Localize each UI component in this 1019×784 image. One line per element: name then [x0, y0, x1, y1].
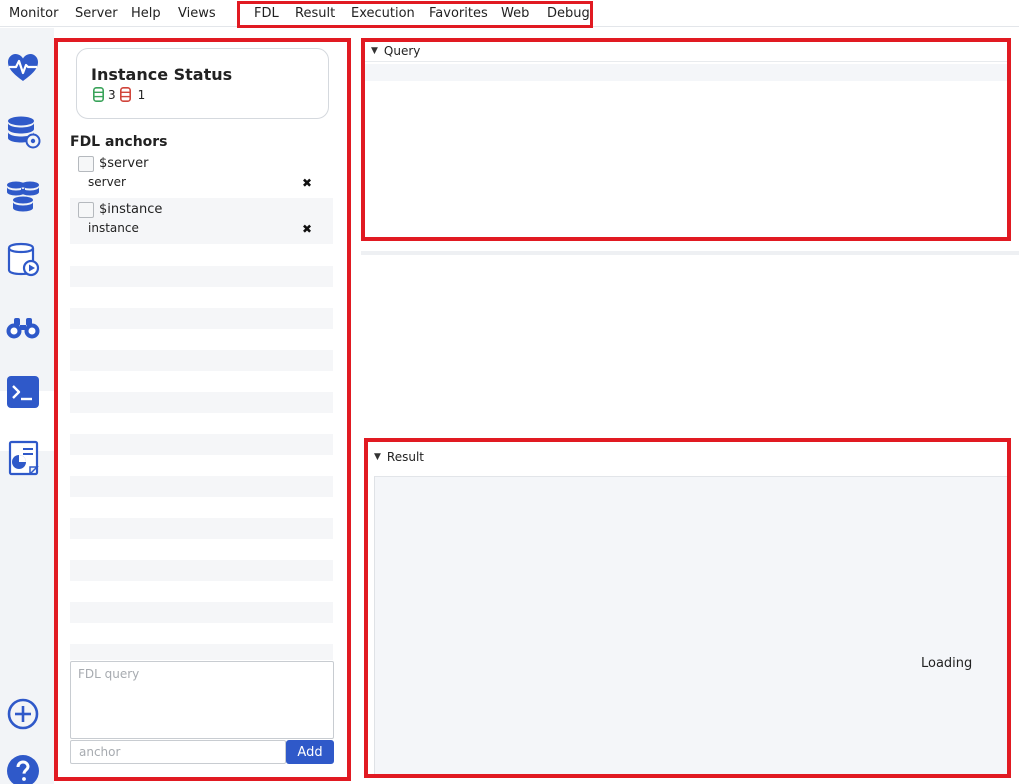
empty-list-row [70, 560, 333, 581]
menu-highlight-box [237, 1, 593, 28]
instance-status-card[interactable]: Instance Status 3 1 [76, 48, 329, 119]
report-chart-icon[interactable] [5, 440, 41, 476]
anchor-checkbox-instance[interactable] [78, 202, 94, 218]
empty-list-row [70, 434, 333, 455]
empty-list-row [70, 308, 333, 329]
empty-list-row [70, 266, 333, 287]
fdl-anchors-heading: FDL anchors [70, 134, 168, 150]
instance-status-counts: 3 1 [93, 87, 145, 102]
divider [365, 61, 1007, 62]
instance-error-count: 1 [137, 87, 146, 102]
empty-list-row [70, 518, 333, 539]
result-panel-title: Result [386, 450, 424, 464]
result-panel: ▼ Result Loading [364, 438, 1011, 778]
instance-status-title: Instance Status [91, 65, 233, 84]
terminal-icon[interactable] [5, 374, 41, 410]
add-circle-icon[interactable] [5, 696, 41, 732]
anchor-name: $instance [99, 202, 163, 217]
menu-help[interactable]: Help [131, 6, 161, 21]
collapse-triangle-icon: ▼ [374, 452, 381, 462]
empty-list-row [70, 392, 333, 413]
menu-views[interactable]: Views [178, 6, 216, 21]
help-icon[interactable] [5, 753, 41, 784]
database-sync-icon[interactable] [5, 178, 41, 214]
database-error-icon [119, 87, 131, 102]
menu-monitor[interactable]: Monitor [9, 6, 58, 21]
anchor-checkbox-server[interactable] [78, 156, 94, 172]
add-anchor-button[interactable]: Add [286, 740, 334, 764]
remove-anchor-server-icon[interactable]: ✖ [302, 176, 312, 190]
database-settings-icon[interactable] [5, 114, 41, 150]
fdl-query-input[interactable] [70, 661, 334, 739]
anchor-value: instance [88, 221, 139, 235]
instance-ok-count: 3 [108, 87, 116, 102]
anchor-row-instance: $instance instance ✖ [70, 198, 333, 244]
menu-server[interactable]: Server [75, 6, 118, 21]
panel-splitter[interactable] [361, 251, 1019, 255]
query-editor[interactable] [365, 64, 1007, 81]
remove-anchor-instance-icon[interactable]: ✖ [302, 222, 312, 236]
database-play-icon[interactable] [5, 242, 41, 278]
anchor-name: $server [99, 156, 149, 171]
empty-list-row [70, 644, 333, 660]
empty-list-row [70, 476, 333, 497]
result-content-area[interactable]: Loading [374, 476, 1007, 774]
query-panel-title: Query [383, 44, 421, 58]
icon-sidebar [0, 28, 54, 784]
query-panel-header[interactable]: ▼ Query [365, 42, 1007, 60]
database-ok-icon [93, 87, 104, 102]
anchor-value: server [88, 175, 126, 189]
anchor-row-server: $server server ✖ [70, 152, 333, 198]
empty-list-row [70, 602, 333, 623]
result-panel-header[interactable]: ▼ Result [368, 448, 1007, 466]
loading-indicator: Loading [921, 656, 973, 671]
query-panel: ▼ Query [361, 38, 1011, 241]
binoculars-icon[interactable] [5, 308, 41, 344]
anchor-input[interactable] [70, 740, 286, 764]
collapse-triangle-icon: ▼ [371, 46, 378, 56]
heart-monitor-icon[interactable] [5, 50, 41, 86]
empty-list-row [70, 350, 333, 371]
